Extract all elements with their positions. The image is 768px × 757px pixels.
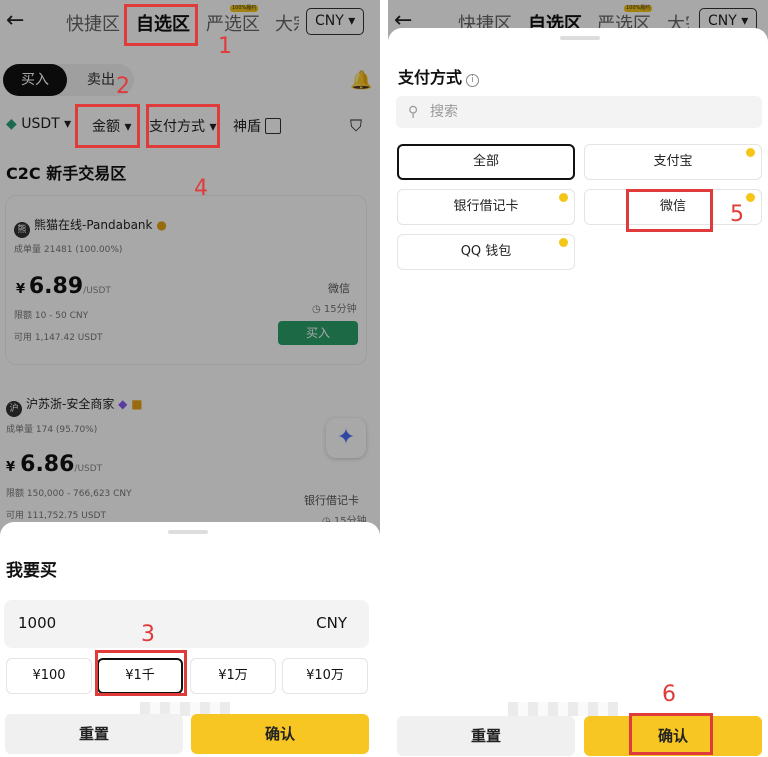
- step-number-1: 1: [218, 34, 232, 59]
- payment-filter[interactable]: 支付方式 ▾: [149, 116, 216, 136]
- amount-filter[interactable]: 金额 ▾: [92, 116, 131, 136]
- filter-bar: ◆ USDT ▾ 金额 ▾ 支付方式 ▾ 神盾 ⛉: [0, 108, 380, 144]
- sheet-handle[interactable]: [560, 36, 600, 40]
- back-arrow-icon[interactable]: ←: [6, 8, 24, 33]
- amount-sheet: 我要买 1000 CNY ¥100 ¥1千 ¥1万 ¥10万 重置 确认: [0, 522, 380, 757]
- shield-filter-label: 神盾: [233, 119, 261, 135]
- buy-tab[interactable]: 买入: [3, 64, 67, 96]
- price-value: 6.86: [20, 452, 75, 477]
- option-alipay[interactable]: 支付宝: [584, 144, 762, 180]
- coin-icon: [746, 193, 755, 202]
- search-placeholder: 搜索: [430, 104, 458, 120]
- preset-100[interactable]: ¥100: [6, 658, 92, 694]
- avatar: 沪: [6, 401, 22, 417]
- avatar: 熊: [14, 222, 30, 238]
- price: ¥ 6.89/USDT: [16, 274, 111, 299]
- option-qq-wallet[interactable]: QQ 钱包: [397, 234, 575, 270]
- clock-icon: ◷: [312, 304, 321, 315]
- payment-method: 微信: [328, 282, 350, 295]
- fulfillment-badge: 100%履约: [624, 5, 653, 12]
- confirm-button[interactable]: 确认: [191, 714, 369, 754]
- order-count: 成单量 174 (95.70%): [6, 425, 98, 435]
- coin-filter[interactable]: ◆ USDT ▾: [6, 116, 71, 132]
- payment-sheet: 支付方式 i ⚲ 搜索 全部 支付宝 银行借记卡 微信 QQ 钱包 重置 确认: [388, 28, 768, 757]
- price-unit: /USDT: [83, 286, 111, 296]
- preset-100k[interactable]: ¥10万: [282, 658, 368, 694]
- shield-checkbox[interactable]: [265, 118, 281, 134]
- step-number-3: 3: [141, 622, 155, 647]
- verified-icon: ●: [156, 218, 167, 232]
- bell-icon[interactable]: 🔔: [350, 70, 372, 91]
- blurred-area: [508, 702, 618, 716]
- currency-symbol: ¥: [16, 282, 26, 297]
- option-all[interactable]: 全部: [397, 144, 575, 180]
- funnel-filter-icon[interactable]: ⛉: [350, 116, 362, 136]
- step-number-6: 6: [662, 682, 676, 707]
- option-wechat-label: 微信: [659, 199, 686, 214]
- merchant-name[interactable]: 沪沪苏浙-安全商家 ◆ ■: [6, 395, 143, 417]
- buy-button[interactable]: 买入: [278, 321, 358, 345]
- preset-10k[interactable]: ¥1万: [190, 658, 276, 694]
- sheet-title: 支付方式 i: [398, 64, 480, 88]
- merchant-name[interactable]: 熊熊猫在线-Pandabank ●: [14, 216, 167, 238]
- search-input[interactable]: ⚲ 搜索: [396, 96, 762, 128]
- tab-strict[interactable]: 严选区: [206, 10, 260, 36]
- merchant-name-text: 熊猫在线-Pandabank: [34, 218, 153, 232]
- sheet-title: 我要买: [6, 561, 57, 581]
- limit: 限额 150,000 - 766,623 CNY: [6, 489, 132, 499]
- tab-quick[interactable]: 快捷区: [66, 10, 120, 36]
- step-number-2: 2: [116, 74, 130, 99]
- time-limit-text: 15分钟: [323, 304, 357, 315]
- sheet-handle[interactable]: [168, 530, 208, 534]
- option-qq-wallet-label: QQ 钱包: [460, 244, 512, 259]
- price: ¥ 6.86/USDT: [6, 452, 102, 477]
- payment-method: 银行借记卡: [304, 494, 359, 507]
- price-value: 6.89: [28, 274, 84, 299]
- time-limit: ◷ 15分钟: [312, 300, 357, 315]
- limit: 限额 10 - 50 CNY: [14, 311, 89, 321]
- amount-value: 1000: [18, 614, 57, 632]
- tether-icon: ◆: [6, 116, 17, 132]
- right-screenshot: ← 快捷区 自选区 严选区 100%履约 大宗 CNY ▾ 支付方式i ⚲ 搜索…: [388, 0, 768, 757]
- option-bank-debit-card[interactable]: 银行借记卡: [397, 189, 575, 225]
- shield-filter[interactable]: 神盾: [233, 116, 281, 136]
- coin-icon: [559, 193, 568, 202]
- shield-badge-icon: ■: [131, 397, 143, 411]
- option-bank-debit-card-label: 银行借记卡: [453, 199, 519, 214]
- buy-sell-toggle: 买入 卖出: [3, 64, 134, 96]
- confirm-button[interactable]: 确认: [584, 716, 762, 756]
- option-alipay-label: 支付宝: [653, 154, 693, 169]
- price-unit: /USDT: [74, 464, 103, 474]
- amount-currency: CNY: [316, 614, 347, 632]
- preset-1k[interactable]: ¥1千: [97, 658, 183, 694]
- tab-bulk[interactable]: 大宗: [275, 10, 299, 36]
- order-count: 成单量 21481 (100.00%): [14, 245, 123, 255]
- available: 可用 111,752.75 USDT: [6, 511, 106, 521]
- currency-selector[interactable]: CNY ▾: [306, 8, 365, 35]
- merchant-name-text: 沪苏浙-安全商家: [26, 397, 115, 411]
- reset-button[interactable]: 重置: [397, 716, 575, 756]
- search-icon: ⚲: [408, 104, 419, 120]
- coin-icon: [746, 148, 755, 157]
- section-title: C2C 新手交易区: [6, 164, 127, 183]
- reset-button[interactable]: 重置: [5, 714, 183, 754]
- coin-icon: [559, 238, 568, 247]
- diamond-icon: ◆: [118, 397, 128, 411]
- amount-input[interactable]: 1000 CNY: [4, 600, 369, 648]
- step-number-5: 5: [730, 202, 744, 227]
- available: 可用 1,147.42 USDT: [14, 333, 103, 343]
- info-icon[interactable]: i: [466, 74, 480, 87]
- top-nav: ← 快捷区 自选区 严选区 100%履约 大宗 CNY ▾: [0, 0, 380, 46]
- sheet-title-text: 支付方式: [398, 68, 463, 87]
- step-number-4: 4: [194, 176, 208, 201]
- currency-symbol: ¥: [6, 460, 16, 475]
- fulfillment-badge: 100%履约: [230, 5, 259, 12]
- left-screenshot: ← 快捷区 自选区 严选区 100%履约 大宗 CNY ▾ 买入 卖出 🔔 ◆ …: [0, 0, 380, 757]
- coin-filter-label: USDT ▾: [21, 116, 72, 132]
- tab-self-select[interactable]: 自选区: [136, 10, 190, 36]
- ai-sparkle-icon[interactable]: ✦: [326, 418, 366, 458]
- listing-card[interactable]: 熊熊猫在线-Pandabank ● 成单量 21481 (100.00%) ¥ …: [6, 196, 366, 364]
